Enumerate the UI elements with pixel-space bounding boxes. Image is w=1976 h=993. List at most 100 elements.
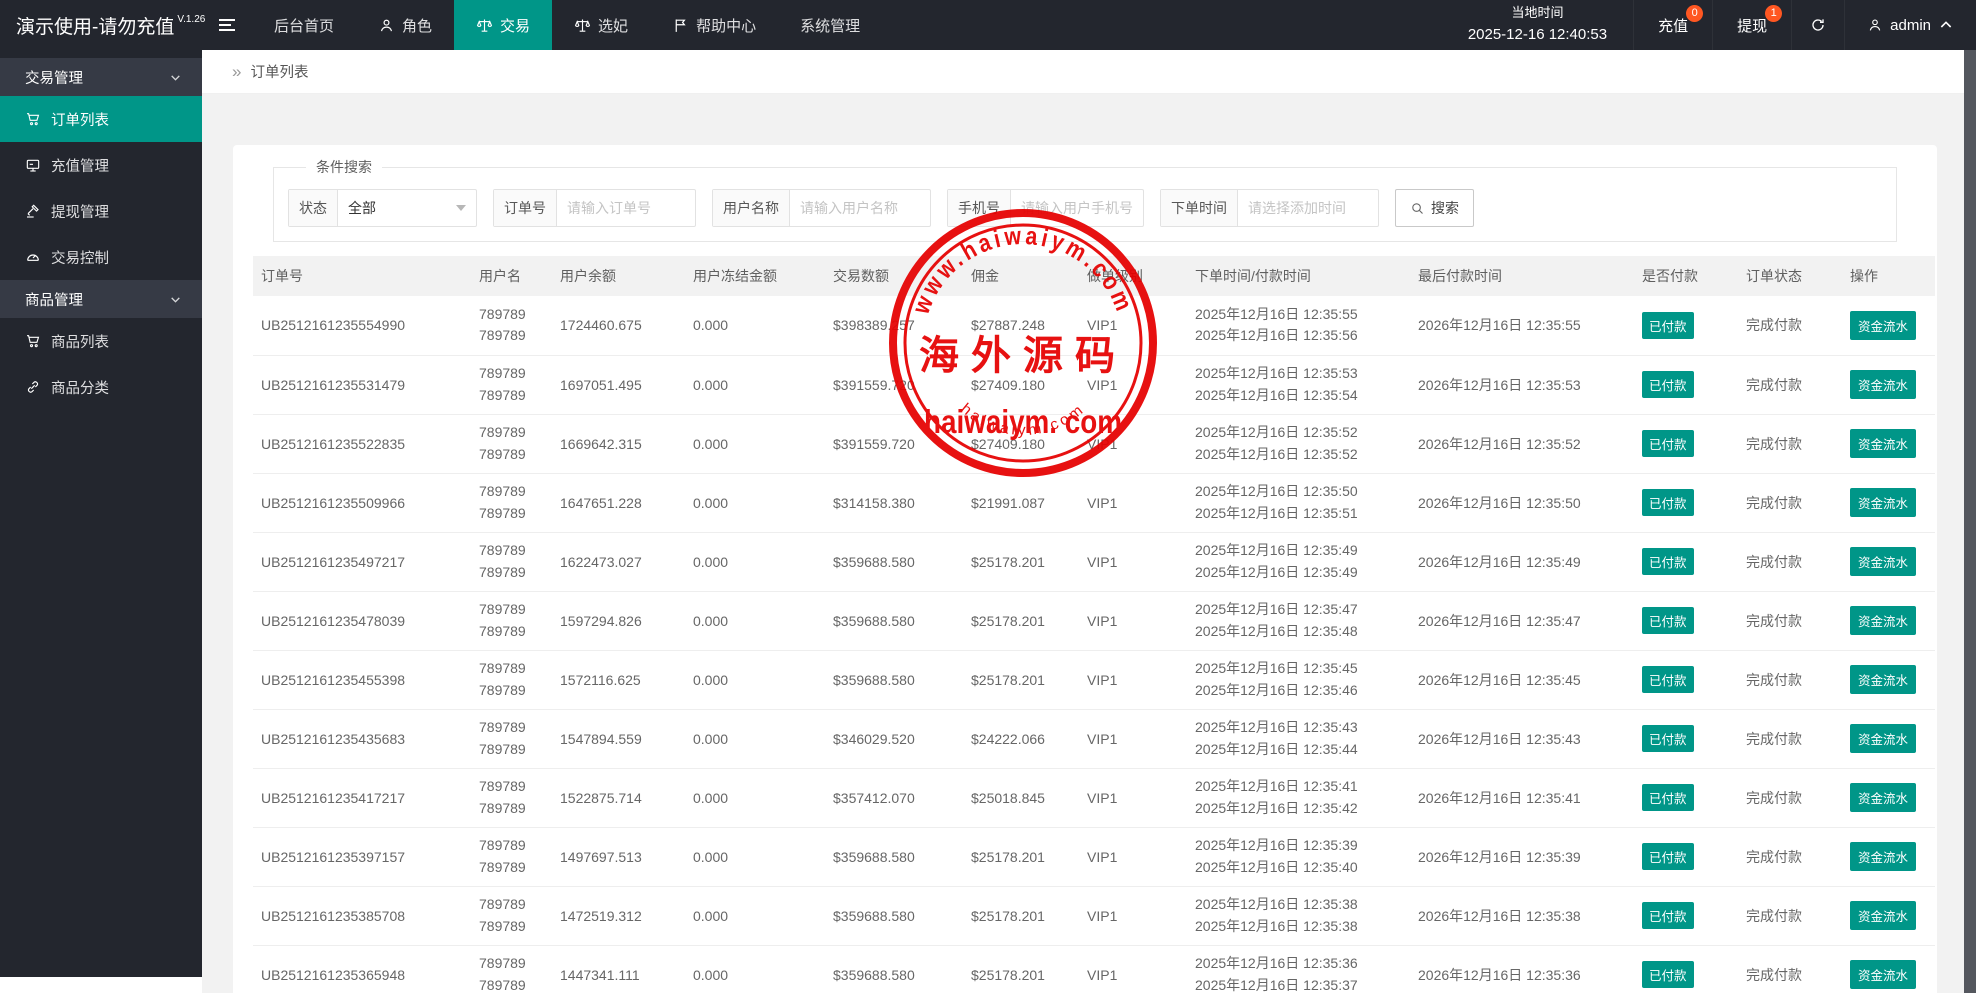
last-pay-time-cell: 2026年12月16日 12:35:36 [1418,967,1581,983]
last-pay-time-cell: 2026年12月16日 12:35:39 [1418,849,1581,865]
sidebar-item-product-category[interactable]: 商品分类 [0,364,202,410]
balance-cell: 1647651.228 [560,495,642,511]
pay-time-cell: 2025年12月16日 12:35:49 [1195,562,1402,584]
fund-flow-button[interactable]: 资金流水 [1850,488,1916,517]
user-account-cell: 789789 [479,680,544,702]
nav-label: 后台首页 [274,15,334,36]
paid-status-badge: 已付款 [1642,430,1694,457]
frozen-cell: 0.000 [693,613,728,629]
order-time-cell: 2025年12月16日 12:35:43 [1195,717,1402,739]
level-cell: VIP1 [1087,967,1117,983]
user-name-filter: 用户名称 [712,189,931,227]
commission-cell: $25178.201 [971,849,1045,865]
recharge-button[interactable]: 充值 0 [1633,0,1712,50]
status-select[interactable]: 全部 [338,190,476,226]
frozen-cell: 0.000 [693,495,728,511]
order-time-filter: 下单时间 [1160,189,1379,227]
fund-flow-button[interactable]: 资金流水 [1850,783,1916,812]
refresh-icon [1810,17,1826,33]
breadcrumb: » 订单列表 [202,50,1976,94]
nav-item-roles[interactable]: 角色 [356,0,454,50]
fund-flow-button[interactable]: 资金流水 [1850,665,1916,694]
sidebar-group-trade-management[interactable]: 交易管理 [0,58,202,96]
order-time-cell: 2025年12月16日 12:35:41 [1195,776,1402,798]
col-actions: 操作 [1842,256,1935,296]
frozen-cell: 0.000 [693,377,728,393]
nav-label: 选妃 [598,15,628,36]
amount-cell: $359688.580 [833,672,915,688]
commission-cell: $27409.180 [971,377,1045,393]
vertical-scrollbar[interactable] [1964,50,1976,993]
order-no-cell: UB2512161235385708 [261,908,405,924]
phone-input[interactable] [1011,190,1143,226]
balance-cell: 1547894.559 [560,731,642,747]
fund-flow-button[interactable]: 资金流水 [1850,606,1916,635]
fund-flow-button[interactable]: 资金流水 [1850,547,1916,576]
sidebar-item-order-list[interactable]: 订单列表 [0,96,202,142]
menu-toggle-button[interactable] [202,0,252,50]
order-no-input[interactable] [557,190,695,226]
withdraw-badge: 1 [1765,5,1782,22]
caret-down-icon [456,205,466,211]
withdraw-button[interactable]: 提现 1 [1712,0,1791,50]
refresh-button[interactable] [1791,0,1844,50]
user-name-input[interactable] [790,190,930,226]
sidebar-group-label: 交易管理 [25,67,83,88]
pay-time-cell: 2025年12月16日 12:35:56 [1195,325,1402,347]
nav-item-trade[interactable]: 交易 [454,0,552,50]
amount-cell: $391559.720 [833,436,915,452]
user-account-cell: 789789 [479,562,544,584]
amount-cell: $398389.257 [833,317,915,333]
fund-flow-button[interactable]: 资金流水 [1850,429,1916,458]
flag-icon [672,17,689,34]
sidebar-item-label: 订单列表 [51,109,109,130]
user-name-cell: 789789 [479,717,544,739]
chevron-down-icon [169,293,182,306]
fund-flow-button[interactable]: 资金流水 [1850,311,1916,340]
search-button[interactable]: 搜索 [1395,189,1474,227]
order-status-cell: 完成付款 [1746,377,1802,393]
table-row: UB2512161235522835 789789 789789 1669642… [253,414,1935,473]
fund-flow-button[interactable]: 资金流水 [1850,370,1916,399]
order-time-cell: 2025年12月16日 12:35:53 [1195,363,1402,385]
sidebar-item-product-list[interactable]: 商品列表 [0,318,202,364]
nav-item-dashboard[interactable]: 后台首页 [252,0,356,50]
fund-flow-button[interactable]: 资金流水 [1850,901,1916,930]
user-name-cell: 789789 [479,481,544,503]
fund-flow-button[interactable]: 资金流水 [1850,842,1916,871]
sidebar-item-withdraw-management[interactable]: 提现管理 [0,188,202,234]
sidebar-item-trade-control[interactable]: 交易控制 [0,234,202,280]
balance-cell: 1447341.111 [560,967,640,983]
level-cell: VIP1 [1087,849,1117,865]
frozen-cell: 0.000 [693,790,728,806]
last-pay-time-cell: 2026年12月16日 12:35:52 [1418,436,1581,452]
order-time-input[interactable] [1238,190,1378,226]
user-name-cell: 789789 [479,540,544,562]
user-menu[interactable]: admin [1844,0,1976,50]
sidebar-group-product-management[interactable]: 商品管理 [0,280,202,318]
commission-cell: $27887.248 [971,317,1045,333]
user-name-label: 用户名称 [713,190,790,226]
fund-flow-button[interactable]: 资金流水 [1850,960,1916,989]
nav-item-system[interactable]: 系统管理 [778,0,882,50]
order-status-cell: 完成付款 [1746,790,1802,806]
nav-item-xuanfei[interactable]: 选妃 [552,0,650,50]
app-title: 演示使用-请勿充值 [16,12,174,39]
balance-cell: 1572116.625 [560,672,641,688]
order-no-filter: 订单号 [493,189,696,227]
pay-time-cell: 2025年12月16日 12:35:52 [1195,444,1402,466]
search-button-label: 搜索 [1431,198,1459,218]
user-name-cell: 789789 [479,835,544,857]
cart-icon [25,111,41,127]
fund-flow-button[interactable]: 资金流水 [1850,724,1916,753]
order-table: 订单号 用户名 用户余额 用户冻结金额 交易数额 佣金 做单级别 下单时间/付款… [253,256,1935,993]
sidebar-item-recharge-management[interactable]: 充值管理 [0,142,202,188]
balance-cell: 1497697.513 [560,849,642,865]
user-account-cell: 789789 [479,916,544,938]
nav-item-help-center[interactable]: 帮助中心 [650,0,778,50]
order-no-cell: UB2512161235531479 [261,377,405,393]
frozen-cell: 0.000 [693,731,728,747]
paid-status-badge: 已付款 [1642,784,1694,811]
balance-cell: 1522875.714 [560,790,642,806]
amount-cell: $346029.520 [833,731,915,747]
